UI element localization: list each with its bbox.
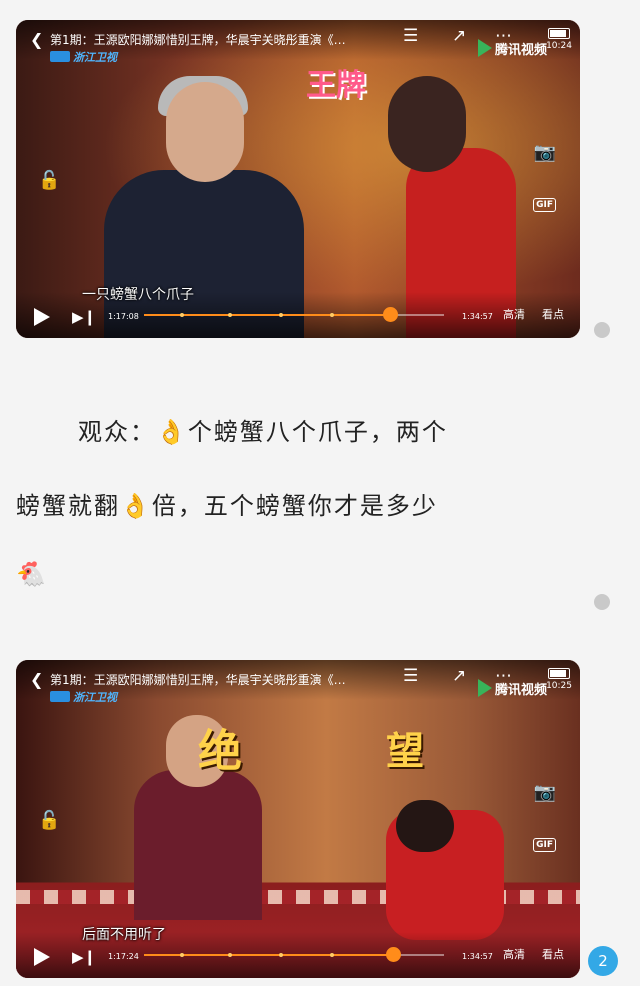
video-top-bar: ❮ 第1期：王源欧阳娜娜惜别王牌，华晨宇关晓彤重演《… 浙江卫视 ☰ ↗ ⋯ 1…	[16, 660, 580, 704]
total-time: 1:34:57	[462, 952, 493, 961]
channel-logo-text: 浙江卫视	[73, 51, 117, 64]
channel-logo-icon	[50, 691, 70, 702]
battery-icon	[548, 668, 570, 679]
camera-icon[interactable]: 📷	[534, 782, 556, 803]
chapter-marker	[228, 313, 232, 317]
battery-icon	[548, 28, 570, 39]
progress-bar[interactable]	[144, 307, 444, 322]
playlist-icon[interactable]: ☰	[403, 666, 418, 686]
next-icon[interactable]: ▶❙	[72, 948, 96, 966]
screen-caption: 望	[386, 729, 425, 773]
channel-logo-icon	[50, 51, 70, 62]
progress-knob[interactable]	[383, 307, 398, 322]
gif-icon[interactable]: GIF	[533, 198, 556, 212]
platform-logo: 腾讯视频	[478, 679, 547, 698]
progress-knob[interactable]	[386, 947, 401, 962]
video-title: 第1期：王源欧阳娜娜惜别王牌，华晨宇关晓彤重演《…	[50, 33, 346, 47]
side-dot	[594, 322, 610, 338]
platform-logo-text: 腾讯视频	[495, 43, 548, 58]
play-icon[interactable]	[34, 948, 50, 966]
page-number-badge[interactable]: 2	[588, 946, 618, 976]
chapter-marker	[180, 953, 184, 957]
woman-head	[388, 76, 466, 172]
share-icon[interactable]: ↗	[452, 26, 466, 46]
quality-button[interactable]: 高清	[503, 946, 525, 962]
platform-logo-icon	[478, 39, 492, 57]
platform-logo-icon	[478, 679, 492, 697]
man-figure	[134, 770, 262, 920]
show-logo: 王牌	[306, 68, 366, 103]
platform-logo-text: 腾讯视频	[495, 683, 548, 698]
platform-logo: 腾讯视频	[478, 39, 547, 58]
play-icon[interactable]	[34, 308, 50, 326]
man-head	[396, 800, 454, 852]
chapter-marker	[279, 953, 283, 957]
article-line-3: 🐔	[16, 560, 48, 588]
article-line-1: 观众：👌个螃蟹八个爪子，两个	[78, 418, 448, 446]
channel-logo: 浙江卫视	[50, 689, 117, 705]
clock: 10:24	[546, 41, 572, 51]
channel-logo: 浙江卫视	[50, 49, 117, 65]
chapter-marker	[180, 313, 184, 317]
camera-icon[interactable]: 📷	[534, 142, 556, 163]
video-controls: ▶❙ 1:17:08 1:34:57 高清 看点	[16, 292, 580, 338]
chapter-marker	[279, 313, 283, 317]
channel-logo-text: 浙江卫视	[73, 691, 117, 704]
quality-button[interactable]: 高清	[503, 306, 525, 322]
chapter-marker	[330, 953, 334, 957]
back-chevron-icon[interactable]: ❮	[30, 30, 43, 49]
screen-caption: 绝	[198, 726, 242, 777]
chapter-marker	[330, 313, 334, 317]
video-top-bar: ❮ 第1期：王源欧阳娜娜惜别王牌，华晨宇关晓彤重演《… 浙江卫视 ☰ ↗ ⋯ 1…	[16, 20, 580, 64]
playlist-icon[interactable]: ☰	[403, 26, 418, 46]
current-time: 1:17:08	[108, 312, 139, 321]
lock-icon[interactable]: 🔓	[38, 170, 60, 191]
chapter-marker	[228, 953, 232, 957]
highlights-button[interactable]: 看点	[542, 946, 564, 962]
gif-icon[interactable]: GIF	[533, 838, 556, 852]
clock: 10:25	[546, 681, 572, 691]
lock-icon[interactable]: 🔓	[38, 810, 60, 831]
side-dot	[594, 594, 610, 610]
progress-bar[interactable]	[144, 947, 444, 962]
current-time: 1:17:24	[108, 952, 139, 961]
back-chevron-icon[interactable]: ❮	[30, 670, 43, 689]
video-controls: ▶❙ 1:17:24 1:34:57 高清 看点	[16, 932, 580, 978]
video-title: 第1期：王源欧阳娜娜惜别王牌，华晨宇关晓彤重演《…	[50, 673, 346, 687]
highlights-button[interactable]: 看点	[542, 306, 564, 322]
video-player-2[interactable]: 绝 望 ❮ 第1期：王源欧阳娜娜惜别王牌，华晨宇关晓彤重演《… 浙江卫视 ☰ ↗…	[16, 660, 580, 978]
share-icon[interactable]: ↗	[452, 666, 466, 686]
article-line-2: 螃蟹就翻👌倍，五个螃蟹你才是多少	[16, 492, 438, 520]
man-head	[166, 82, 244, 182]
total-time: 1:34:57	[462, 312, 493, 321]
next-icon[interactable]: ▶❙	[72, 308, 96, 326]
video-player-1[interactable]: 王牌 ❮ 第1期：王源欧阳娜娜惜别王牌，华晨宇关晓彤重演《… 浙江卫视 ☰ ↗ …	[16, 20, 580, 338]
